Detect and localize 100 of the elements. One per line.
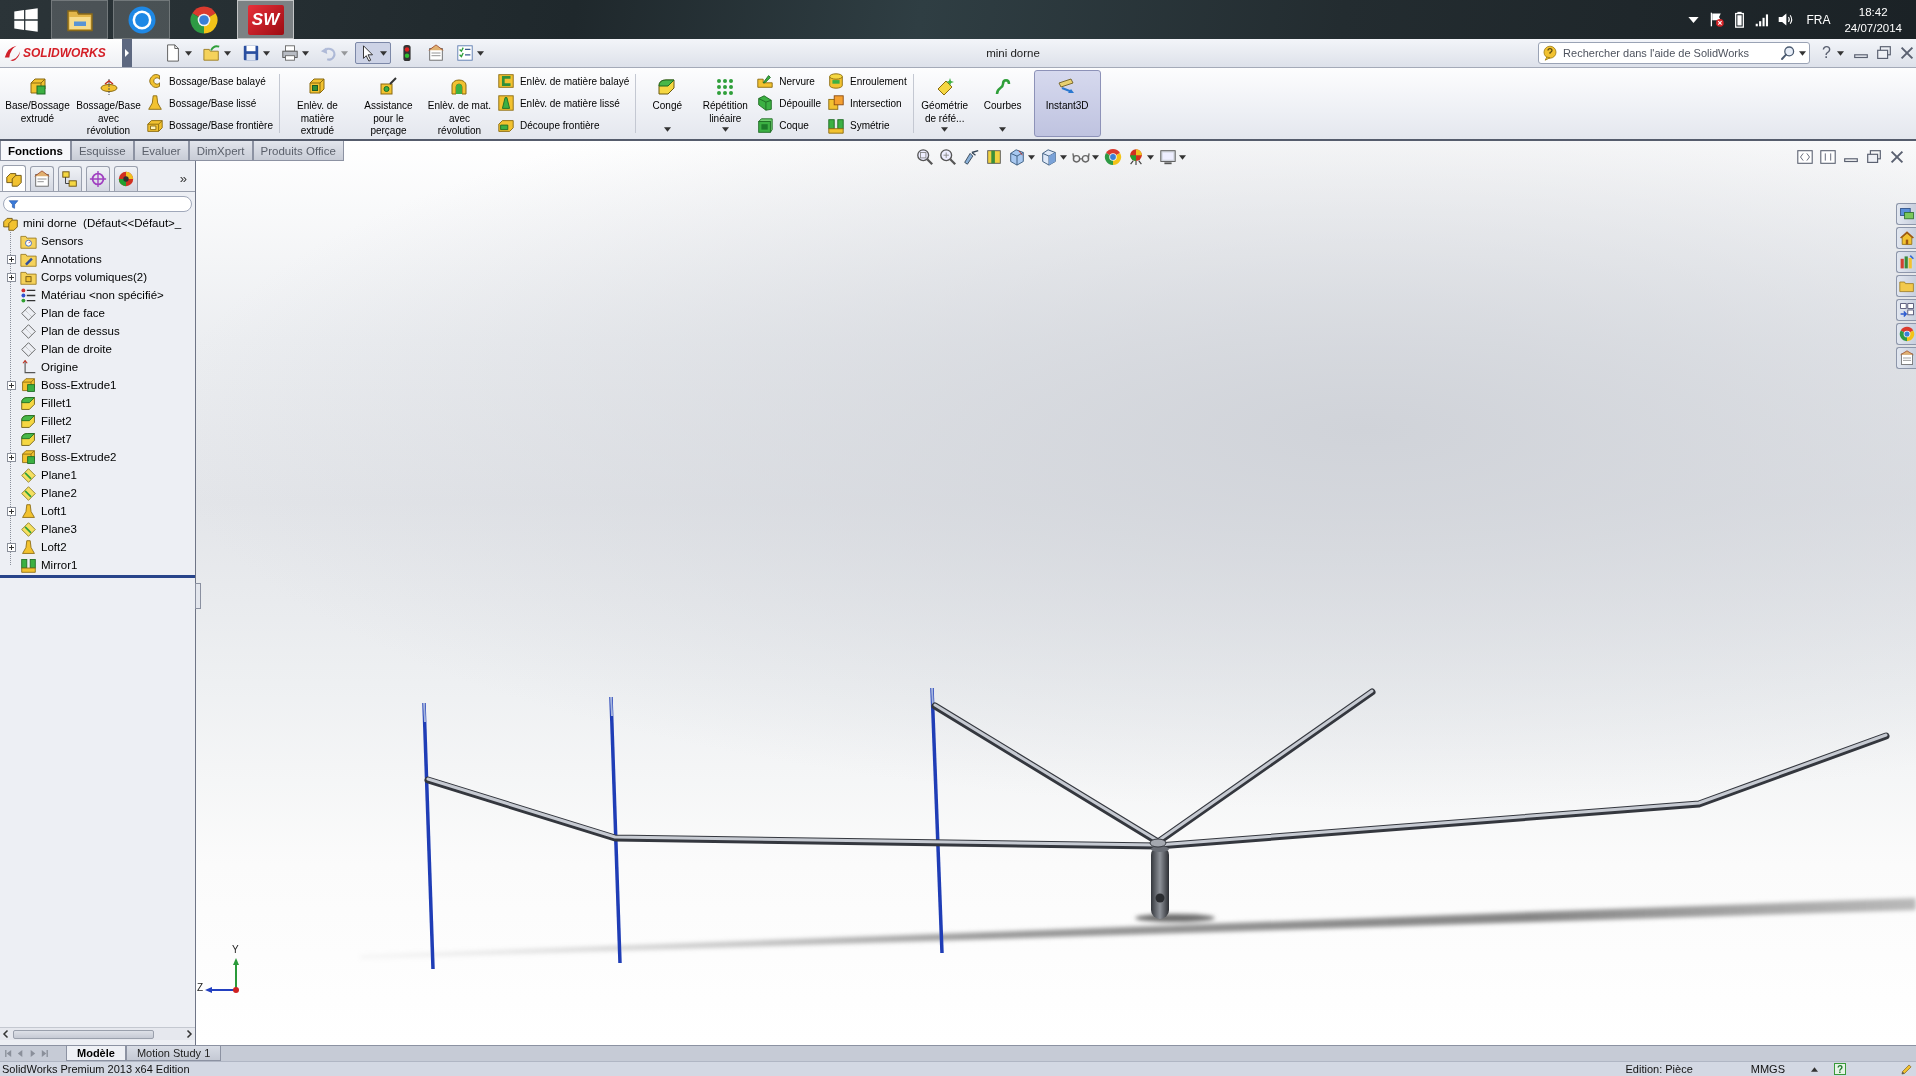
tree-item[interactable]: Sensors: [0, 232, 195, 250]
tree-item[interactable]: Plane3: [0, 520, 195, 538]
tree-item[interactable]: Plan de droite: [0, 340, 195, 358]
command-button[interactable]: Base/Bossage extrudé: [4, 70, 71, 137]
tree-item[interactable]: Loft2: [0, 538, 195, 556]
command-button[interactable]: Courbes: [975, 70, 1030, 137]
command-button[interactable]: Bossage/Base lissé: [146, 92, 275, 115]
toolbar-button[interactable]: [1008, 148, 1035, 166]
help-button[interactable]: ?: [1834, 1063, 1846, 1075]
tree-item[interactable]: Fillet1: [0, 394, 195, 412]
tile-icon[interactable]: [1819, 148, 1837, 166]
command-button[interactable]: Symétrie: [827, 114, 909, 137]
units-selector[interactable]: MMGS: [1750, 1063, 1785, 1075]
tab[interactable]: Evaluer: [133, 141, 189, 161]
close-icon[interactable]: [1898, 44, 1916, 62]
caret-icon[interactable]: [1837, 50, 1844, 56]
speaker-icon[interactable]: [1777, 11, 1795, 28]
tab[interactable]: DimXpert: [188, 141, 253, 161]
expand-icon[interactable]: [6, 254, 16, 264]
splitter-handle[interactable]: [195, 583, 201, 609]
command-button[interactable]: Bossage/Base balayé: [146, 70, 275, 93]
expand-icon[interactable]: [6, 506, 16, 516]
restore-icon[interactable]: [1865, 148, 1883, 166]
tab[interactable]: Produits Office: [252, 141, 344, 161]
toolbar-button[interactable]: [962, 148, 980, 166]
expand-icon[interactable]: [6, 272, 16, 282]
toolbar-button[interactable]: [1040, 148, 1067, 166]
command-button[interactable]: Enroulement: [827, 70, 909, 93]
command-button[interactable]: Intersection: [827, 92, 909, 115]
tree-item[interactable]: Mirror1: [0, 556, 195, 574]
tree-item[interactable]: Annotations: [0, 250, 195, 268]
tree-item[interactable]: Matériau <non spécifié>: [0, 286, 195, 304]
clock-date[interactable]: 24/07/2014: [1844, 19, 1902, 36]
taskbar-app-button[interactable]: [51, 0, 108, 39]
taskbar-app-button[interactable]: [113, 0, 170, 39]
task-pane-tab[interactable]: [1896, 203, 1916, 225]
task-pane-tab[interactable]: [1896, 299, 1916, 321]
tree-item[interactable]: Plan de face: [0, 304, 195, 322]
panel-tab[interactable]: [2, 165, 26, 191]
more-tabs-button[interactable]: »: [179, 171, 187, 186]
command-button[interactable]: Coque: [756, 114, 823, 137]
tab[interactable]: Motion Study 1: [125, 1046, 222, 1061]
help-button[interactable]: ?: [1822, 44, 1831, 62]
tree-item[interactable]: Plane2: [0, 484, 195, 502]
tab[interactable]: Esquisse: [70, 141, 134, 161]
task-pane-tab[interactable]: [1896, 323, 1916, 345]
tree-item[interactable]: Fillet7: [0, 430, 195, 448]
command-button[interactable]: Dépouille: [756, 92, 823, 115]
command-button[interactable]: Bossage/Base avec révolution: [75, 70, 142, 137]
tree-item[interactable]: Corps volumiques(2): [0, 268, 195, 286]
command-button[interactable]: Enlèv. de matière extrudé: [283, 70, 351, 137]
command-button[interactable]: Assistance pour le perçage: [354, 70, 422, 137]
tree-item[interactable]: Boss-Extrude1: [0, 376, 195, 394]
toolbar-button[interactable]: [1159, 148, 1186, 166]
close-icon[interactable]: [1888, 148, 1906, 166]
app-logo-text: SOLIDWORKS: [23, 46, 106, 60]
expand-icon[interactable]: [6, 380, 16, 390]
tree-item[interactable]: Fillet2: [0, 412, 195, 430]
toolbar-button[interactable]: [916, 148, 934, 166]
tab[interactable]: Fonctions: [0, 141, 71, 161]
tree-item[interactable]: Origine: [0, 358, 195, 376]
filter-field[interactable]: [3, 196, 192, 212]
command-button[interactable]: Répétition linéaire: [698, 70, 753, 137]
command-button[interactable]: Nervure: [756, 70, 823, 93]
command-button[interactable]: Enlèv. de mat. avec révolution: [425, 70, 493, 137]
language-indicator[interactable]: FRA: [1806, 12, 1831, 27]
panel-tab[interactable]: [114, 166, 138, 191]
tree-item[interactable]: Plan de dessus: [0, 322, 195, 340]
tile-icon[interactable]: [1796, 148, 1814, 166]
expand-icon[interactable]: [6, 452, 16, 462]
search-icon[interactable]: [1780, 45, 1797, 61]
task-pane-tab[interactable]: [1896, 227, 1916, 249]
flag-icon[interactable]: [1708, 11, 1726, 28]
toolbar-button[interactable]: [1127, 148, 1154, 166]
command-button[interactable]: Enlèv. de matière balayé: [496, 70, 632, 93]
command-button[interactable]: Enlèv. de matière lissé: [496, 92, 632, 115]
toolbar-button[interactable]: [355, 42, 391, 64]
tree-item[interactable]: Boss-Extrude2: [0, 448, 195, 466]
command-button[interactable]: Bossage/Base frontière: [146, 114, 275, 137]
tree-item[interactable]: mini dorne (Défaut<<Défaut>_: [0, 214, 195, 232]
tree-item[interactable]: Loft1: [0, 502, 195, 520]
command-button[interactable]: Découpe frontière: [496, 114, 632, 137]
expand-icon[interactable]: [6, 542, 16, 552]
toolbar-button[interactable]: [939, 148, 957, 166]
caret-icon[interactable]: [1811, 1066, 1818, 1072]
command-button[interactable]: Congé: [640, 70, 695, 137]
task-pane-tab[interactable]: [1896, 347, 1916, 369]
command-button[interactable]: Instant3D: [1033, 70, 1101, 137]
search-field[interactable]: Rechercher dans l'aide de SolidWorks: [1538, 42, 1811, 64]
tree-item[interactable]: Plane1: [0, 466, 195, 484]
striped-box-icon: [985, 148, 1003, 166]
scrollbar-thumb[interactable]: [13, 1029, 154, 1039]
clock-time[interactable]: 18:42: [1858, 3, 1888, 20]
restore-icon[interactable]: [1875, 44, 1893, 62]
horizontal-scrollbar[interactable]: [0, 1027, 195, 1040]
caret-icon[interactable]: [1799, 51, 1807, 56]
task-pane-tab[interactable]: [1896, 251, 1916, 273]
command-button[interactable]: Géométrie de réfé...: [917, 70, 972, 137]
tab[interactable]: Modèle: [66, 1046, 126, 1061]
taskbar-app-button[interactable]: SW: [237, 0, 294, 39]
